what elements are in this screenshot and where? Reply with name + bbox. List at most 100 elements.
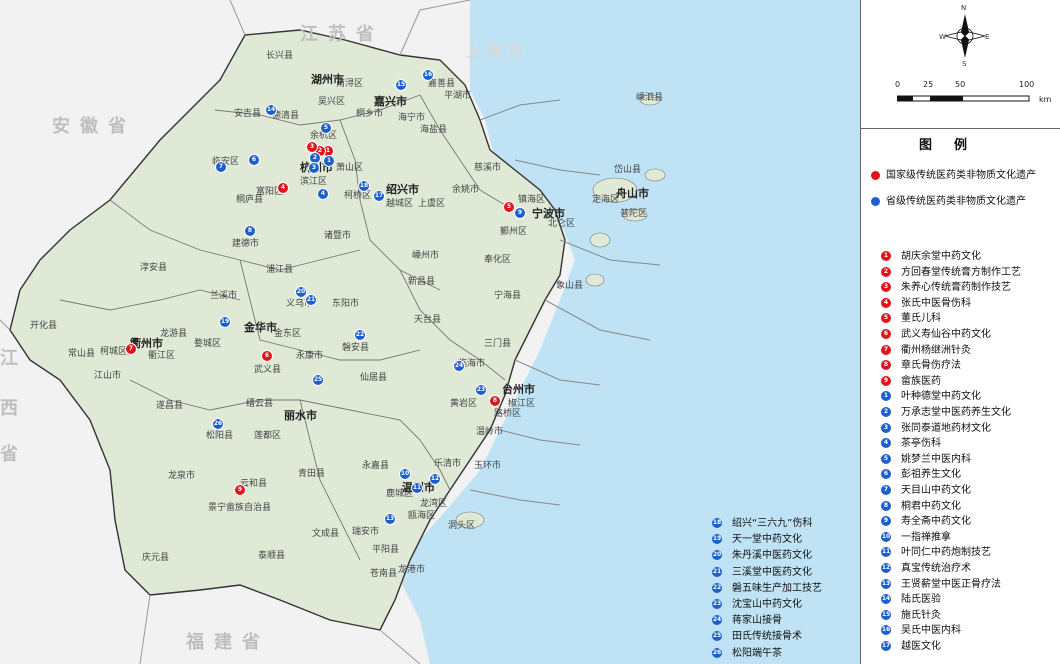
legend-item-name: 姚梦兰中医内科: [901, 453, 971, 465]
blue-number-icon: 14: [881, 594, 891, 605]
national-heritage-marker[interactable]: 9: [234, 484, 246, 496]
city-label-jiaxing: 嘉兴市: [374, 95, 407, 108]
county-label: 建德市: [232, 239, 260, 249]
blue-number-icon: 8: [881, 500, 891, 511]
county-label: 桐庐县: [236, 195, 264, 205]
blue-number-icon: 2: [881, 407, 891, 417]
legend-item-name: 方回春堂传统膏方制作工艺: [901, 266, 1021, 278]
island: [589, 232, 611, 248]
provincial-heritage-marker[interactable]: 14: [265, 104, 277, 116]
national-heritage-marker[interactable]: 6: [261, 350, 273, 362]
legend-item-provincial-8: 8 桐君中药文化: [881, 500, 961, 514]
legend-item-name: 叶同仁中药炮制技艺: [901, 547, 991, 559]
legend-national-label: 国家级传统医药类非物质文化遗产: [886, 170, 1036, 181]
provincial-heritage-marker[interactable]: 25: [312, 374, 324, 386]
legend-item-provincial-23: 23 沈宝山中药文化: [712, 598, 802, 612]
county-label: 越城区: [386, 199, 414, 209]
map-area[interactable]: 江苏省 安徽省 江 西 省 福建省 上海市 湖州市 嘉兴市 绍兴市 宁波市 舟山…: [0, 0, 860, 664]
provincial-heritage-marker[interactable]: 17: [373, 190, 385, 202]
legend-item-name: 王贤薪堂中医正骨疗法: [901, 578, 1001, 590]
legend-item-provincial-19: 19 天一堂中药文化: [712, 533, 802, 547]
county-label: 常山县: [68, 349, 96, 359]
county-label: 宁海县: [494, 291, 522, 301]
provincial-heritage-marker[interactable]: 19: [219, 316, 231, 328]
provincial-heritage-marker[interactable]: 12: [429, 473, 441, 485]
legend-item-provincial-2: 2 万承志堂中医药养生文化: [881, 406, 1011, 420]
provincial-heritage-marker[interactable]: 10: [399, 468, 411, 480]
legend-item-national-7: 7 衢州杨继洲针灸: [881, 344, 971, 358]
provincial-heritage-marker[interactable]: 23: [475, 384, 487, 396]
provincial-heritage-marker[interactable]: 22: [354, 329, 366, 341]
provincial-heritage-marker[interactable]: 6: [248, 154, 260, 166]
legend-item-provincial-13: 13 王贤薪堂中医正骨疗法: [881, 578, 1001, 592]
county-label: 嵊州市: [412, 251, 440, 261]
blue-dot-icon: [871, 196, 880, 206]
provincial-heritage-marker[interactable]: 1: [323, 155, 335, 167]
blue-number-icon: 20: [712, 550, 722, 561]
county-label: 兰溪市: [210, 291, 238, 301]
legend-item-provincial-10: 10 一指禅推拿: [881, 531, 951, 545]
legend-item-name: 绍兴“三六九”伤科: [732, 518, 813, 529]
provincial-heritage-marker[interactable]: 5: [320, 122, 332, 134]
legend-item-provincial-22: 22 磐五味生产加工技艺: [712, 582, 822, 596]
compass-s: S: [962, 60, 967, 68]
red-number-icon: 5: [881, 313, 891, 324]
legend-item-name: 章氏骨伤疗法: [901, 360, 961, 372]
national-heritage-marker[interactable]: 4: [277, 182, 289, 194]
provincial-heritage-marker[interactable]: 13: [384, 513, 396, 525]
red-number-icon: 8: [881, 360, 891, 371]
provincial-heritage-marker[interactable]: 4: [317, 188, 329, 200]
blue-number-icon: 17: [881, 641, 891, 651]
legend-provincial-label: 省级传统医药类非物质文化遗产: [886, 196, 1026, 207]
provincial-heritage-marker[interactable]: 15: [395, 79, 407, 91]
red-number-icon: 3: [881, 282, 891, 293]
provincial-heritage-marker[interactable]: 7: [215, 161, 227, 173]
legend-national: 国家级传统医药类非物质文化遗产: [871, 166, 1036, 181]
county-label: 南浔区: [336, 79, 364, 89]
legend-item-name: 朱丹溪中医药文化: [732, 550, 812, 562]
legend-item-name: 衢州杨继洲针灸: [901, 344, 971, 356]
province-label-fujian: 福建省: [186, 632, 270, 653]
provincial-heritage-marker[interactable]: 3: [308, 162, 320, 174]
legend-item-provincial-14: 14 陆氏医验: [881, 593, 941, 607]
legend-item-name: 田氏传统接骨术: [732, 631, 802, 643]
county-label: 镇海区: [518, 195, 546, 205]
blue-number-icon: 5: [881, 453, 891, 464]
provincial-heritage-marker[interactable]: 21: [305, 294, 317, 306]
provincial-heritage-marker[interactable]: 18: [358, 180, 370, 192]
county-label: 平阳县: [372, 545, 400, 555]
provincial-heritage-marker[interactable]: 11: [411, 482, 423, 494]
national-heritage-marker[interactable]: 8: [489, 395, 501, 407]
province-label-jiangsu: 江苏省: [300, 24, 384, 45]
legend-item-provincial-4: 4 茶亭伤科: [881, 437, 941, 451]
compass-icon: [944, 14, 986, 58]
provincial-heritage-marker[interactable]: 26: [212, 418, 224, 430]
island: [644, 168, 666, 182]
county-label: 上虞区: [418, 199, 446, 209]
national-heritage-marker[interactable]: 7: [125, 343, 137, 355]
provincial-heritage-marker[interactable]: 16: [422, 69, 434, 81]
provincial-heritage-marker[interactable]: 9: [514, 207, 526, 219]
city-label-taizhou: 台州市: [502, 383, 535, 396]
city-label-zhoushan: 舟山市: [616, 187, 649, 200]
county-label: 瑞安市: [352, 527, 380, 537]
legend-item-provincial-5: 5 姚梦兰中医内科: [881, 453, 971, 467]
red-number-icon: 6: [881, 329, 891, 339]
provincial-heritage-marker[interactable]: 8: [244, 225, 256, 237]
legend-item-provincial-24: 24 蒋家山接骨: [712, 614, 782, 628]
blue-number-icon: 23: [712, 599, 722, 609]
legend-item-name: 施氏针灸: [901, 609, 941, 621]
blue-number-icon: 24: [712, 615, 722, 626]
county-label: 岱山县: [614, 165, 642, 175]
provincial-heritage-marker[interactable]: 24: [453, 360, 465, 372]
county-label: 椒江区: [508, 399, 536, 409]
legend-item-provincial-6: 6 彭祖养生文化: [881, 468, 961, 482]
legend-item-national-1: 1 胡庆余堂中药文化: [881, 250, 981, 264]
blue-number-icon: 21: [712, 566, 722, 577]
city-label-ningbo: 宁波市: [532, 207, 565, 220]
legend-divider: [861, 128, 1060, 129]
county-label: 德清县: [272, 111, 300, 121]
county-label: 瓯海区: [408, 511, 436, 521]
county-label: 滨江区: [300, 177, 328, 187]
county-label: 天台县: [414, 315, 442, 325]
